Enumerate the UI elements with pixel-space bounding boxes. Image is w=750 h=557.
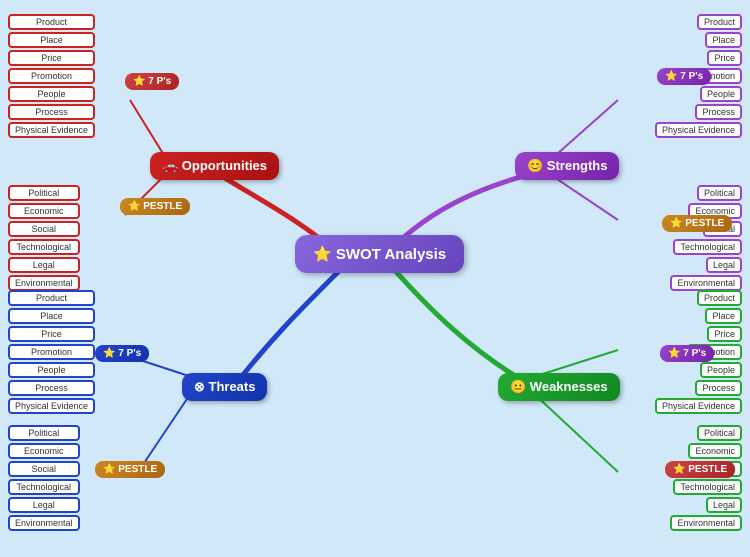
thr-item-price: Price — [8, 326, 95, 342]
wea-item-product: Product — [697, 290, 742, 306]
thr-item-promotion: Promotion — [8, 344, 95, 360]
opp-pestle-items: Political Economic Social Technological … — [8, 185, 80, 291]
opp-7ps-items: Product Place Price Promotion People Pro… — [8, 14, 95, 138]
weaknesses-label: 😐 Weaknesses — [510, 379, 608, 394]
wea-item-technological: Technological — [673, 479, 742, 495]
opp-item-price: Price — [8, 50, 95, 66]
thr-item-legal: Legal — [8, 497, 80, 513]
thr-item-economic: Economic — [8, 443, 80, 459]
wea-item-people: People — [700, 362, 742, 378]
thr-item-place: Place — [8, 308, 95, 324]
center-label: ⭐ SWOT Analysis — [313, 246, 446, 263]
opp-item-political: Political — [8, 185, 80, 201]
opp-item-physical: Physical Evidence — [8, 122, 95, 138]
opp-item-social: Social — [8, 221, 80, 237]
opp-item-product: Product — [8, 14, 95, 30]
weaknesses-node: 😐 Weaknesses — [498, 373, 620, 401]
thr-7ps-items: Product Place Price Promotion People Pro… — [8, 290, 95, 414]
opp-item-economic: Economic — [8, 203, 80, 219]
opp-item-promotion: Promotion — [8, 68, 95, 84]
opp-item-process: Process — [8, 104, 95, 120]
wea-item-environmental: Environmental — [670, 515, 742, 531]
opp-7ps-group: ⭐ 7 P's — [95, 73, 149, 90]
wea-pestle-star: ⭐ PESTLE — [673, 464, 727, 475]
wea-item-political: Political — [697, 425, 742, 441]
str-item-physical: Physical Evidence — [655, 122, 742, 138]
opp-pestle-group: ⭐ PESTLE — [95, 198, 165, 215]
wea-item-process: Process — [695, 380, 742, 396]
opportunities-node: 🚗 Opportunities — [150, 152, 279, 180]
wea-item-price: Price — [707, 326, 742, 342]
thr-item-political: Political — [8, 425, 80, 441]
thr-item-people: People — [8, 362, 95, 378]
thr-item-social: Social — [8, 461, 80, 477]
str-pestle-star: ⭐ PESTLE — [670, 218, 724, 229]
str-item-technological: Technological — [673, 239, 742, 255]
opp-item-environmental: Environmental — [8, 275, 80, 291]
str-item-product: Product — [697, 14, 742, 30]
opp-pestle-star: ⭐ PESTLE — [128, 201, 182, 212]
opp-item-legal: Legal — [8, 257, 80, 273]
opp-item-people: People — [8, 86, 95, 102]
str-item-process: Process — [695, 104, 742, 120]
wea-item-place: Place — [705, 308, 742, 324]
thr-7ps-star: ⭐ 7 P's — [103, 348, 141, 359]
thr-pestle-star: ⭐ PESTLE — [103, 464, 157, 475]
opportunities-label: 🚗 Opportunities — [162, 158, 267, 173]
str-item-people: People — [700, 86, 742, 102]
thr-item-process: Process — [8, 380, 95, 396]
opp-7ps-star: ⭐ 7 P's — [133, 76, 171, 87]
thr-pestle-items: Political Economic Social Technological … — [8, 425, 80, 531]
opp-item-technological: Technological — [8, 239, 80, 255]
threats-label: ⊗ Threats — [194, 379, 255, 394]
wea-pestle-items: Political Economic Social Technological … — [670, 425, 742, 531]
str-item-legal: Legal — [706, 257, 742, 273]
strengths-label: 😊 Strengths — [527, 158, 607, 173]
str-item-political: Political — [697, 185, 742, 201]
threats-node: ⊗ Threats — [182, 373, 267, 401]
wea-item-legal: Legal — [706, 497, 742, 513]
str-7ps-star: ⭐ 7 P's — [665, 71, 703, 82]
wea-item-physical: Physical Evidence — [655, 398, 742, 414]
str-item-environmental: Environmental — [670, 275, 742, 291]
str-item-price: Price — [707, 50, 742, 66]
wea-7ps-star: ⭐ 7 P's — [668, 348, 706, 359]
swot-center-node: ⭐ SWOT Analysis — [295, 235, 464, 273]
opp-item-place: Place — [8, 32, 95, 48]
str-item-place: Place — [705, 32, 742, 48]
thr-item-environmental: Environmental — [8, 515, 80, 531]
thr-item-physical: Physical Evidence — [8, 398, 95, 414]
strengths-node: 😊 Strengths — [515, 152, 619, 180]
str-pestle-items: Political Economic Social Technological … — [670, 185, 742, 291]
wea-item-economic: Economic — [688, 443, 742, 459]
thr-item-technological: Technological — [8, 479, 80, 495]
thr-item-product: Product — [8, 290, 95, 306]
